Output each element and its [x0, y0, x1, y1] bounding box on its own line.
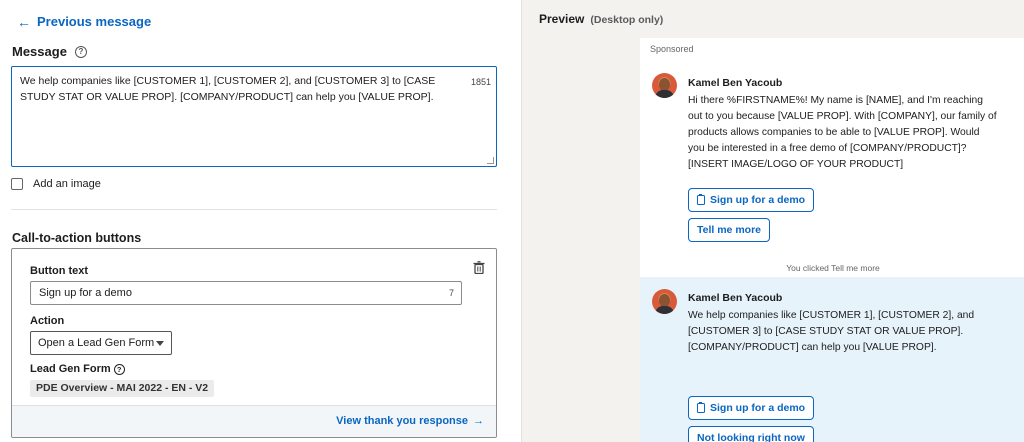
- message-heading: Message ?: [12, 44, 87, 59]
- message-textarea[interactable]: We help companies like [CUSTOMER 1], [CU…: [11, 66, 497, 167]
- help-icon[interactable]: ?: [113, 363, 125, 375]
- action-label: Action: [30, 315, 65, 327]
- preview-heading: Preview (Desktop only): [539, 12, 663, 26]
- sign-up-demo-label: Sign up for a demo: [710, 194, 806, 206]
- message-char-count: 1851: [470, 77, 491, 87]
- action-select[interactable]: Open a Lead Gen Form: [30, 331, 172, 355]
- lead-gen-form-heading: Lead Gen Form ?: [30, 363, 125, 375]
- resize-handle[interactable]: [487, 157, 494, 164]
- sign-up-demo-button[interactable]: Sign up for a demo: [688, 396, 815, 420]
- action-value: Open a Lead Gen Form: [38, 337, 155, 349]
- tell-me-more-button[interactable]: Tell me more: [688, 218, 770, 242]
- sponsored-label: Sponsored: [650, 44, 694, 54]
- avatar: [652, 289, 677, 314]
- add-image-option[interactable]: Add an image: [11, 178, 101, 190]
- view-thank-you-label: View thank you response: [336, 415, 468, 427]
- not-looking-button[interactable]: Not looking right now: [688, 426, 814, 442]
- sender-name: Kamel Ben Yacoub: [688, 292, 783, 304]
- previous-message-label: Previous message: [37, 14, 152, 29]
- document-icon: [697, 193, 705, 205]
- cta-heading: Call-to-action buttons: [12, 231, 142, 245]
- message-body: We help companies like [CUSTOMER 1], [CU…: [688, 310, 975, 353]
- avatar: [652, 73, 677, 98]
- help-icon[interactable]: ?: [74, 45, 87, 58]
- tell-me-more-label: Tell me more: [697, 224, 761, 236]
- message-body: Hi there %FIRSTNAME%! My name is [NAME],…: [688, 95, 997, 170]
- sign-up-demo-button[interactable]: Sign up for a demo: [688, 188, 815, 212]
- cta-footer: View thank you response →: [12, 405, 496, 437]
- button-text-label: Button text: [30, 265, 89, 277]
- message-label: Message: [12, 44, 67, 59]
- document-icon: [697, 401, 705, 413]
- arrow-left-icon: ←: [17, 13, 31, 30]
- sign-up-demo-label: Sign up for a demo: [710, 402, 806, 414]
- previous-message-link[interactable]: ← Previous message: [17, 14, 151, 29]
- message-editor-panel: ← Previous message Message ? We help com…: [0, 0, 521, 442]
- arrow-right-icon: →: [473, 415, 484, 427]
- add-image-label: Add an image: [33, 178, 101, 190]
- button-text-value: Sign up for a demo: [39, 287, 132, 299]
- trash-icon[interactable]: [473, 261, 485, 274]
- lead-gen-form-value: PDE Overview - MAI 2022 - EN - V2: [30, 380, 215, 397]
- add-image-checkbox[interactable]: [11, 178, 23, 190]
- preview-message: Kamel Ben Yacoub Hi there %FIRSTNAME%! M…: [640, 62, 1024, 262]
- chevron-down-icon: [156, 340, 164, 346]
- button-text-char-count: 7: [448, 288, 454, 298]
- view-thank-you-link[interactable]: View thank you response →: [336, 415, 484, 427]
- not-looking-label: Not looking right now: [697, 432, 805, 442]
- preview-title: Preview: [539, 12, 585, 26]
- button-text-input[interactable]: Sign up for a demo 7: [30, 281, 462, 305]
- message-text: We help companies like [CUSTOMER 1], [CU…: [20, 75, 436, 103]
- preview-conversation: Sponsored Kamel Ben Yacoub Hi there %FIR…: [640, 38, 1024, 442]
- lead-gen-form-label: Lead Gen Form: [30, 363, 111, 375]
- preview-panel: Preview (Desktop only) Sponsored Kamel Be…: [521, 0, 1024, 442]
- clicked-note: You clicked Tell me more: [786, 263, 880, 273]
- cta-button-editor: Button text Sign up for a demo 7 Action …: [11, 248, 497, 438]
- divider: [11, 209, 497, 210]
- preview-subtitle: (Desktop only): [590, 14, 664, 26]
- sender-name: Kamel Ben Yacoub: [688, 77, 783, 89]
- preview-message-highlighted: Kamel Ben Yacoub We help companies like …: [640, 277, 1024, 442]
